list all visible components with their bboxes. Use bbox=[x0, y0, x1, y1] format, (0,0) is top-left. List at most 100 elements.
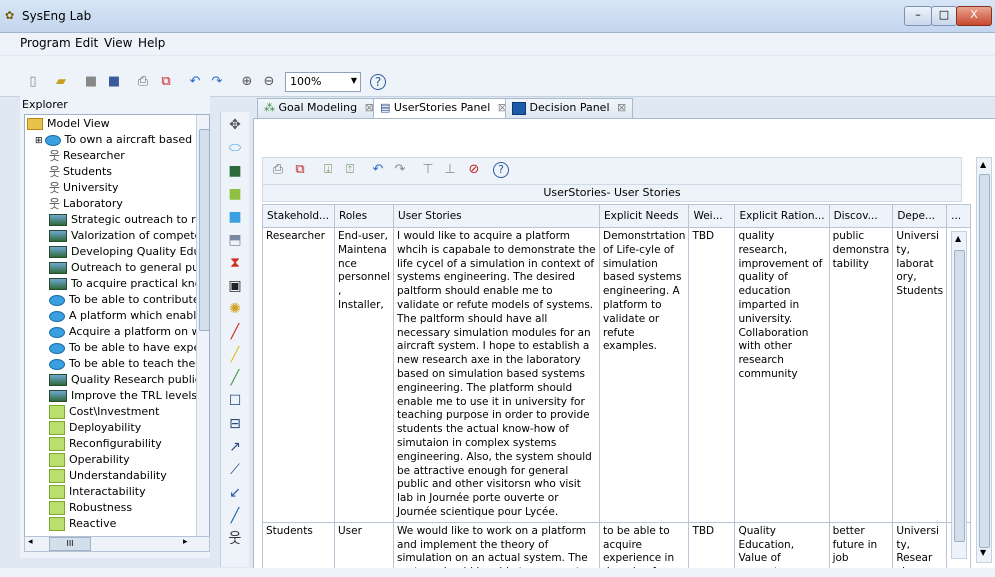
green-line-icon[interactable]: ╱ bbox=[226, 369, 244, 387]
tree-item[interactable]: 웃 University bbox=[49, 180, 119, 196]
tree-item[interactable]: A platform which enables bbox=[49, 308, 209, 324]
tree-item[interactable]: Robustness bbox=[49, 500, 132, 516]
model-tree[interactable]: Model View ⊞ To own a aircraft based p 웃 Res… bbox=[24, 114, 210, 538]
box-icon[interactable]: ☐ bbox=[226, 392, 244, 410]
tree-item[interactable]: Outreach to general publi bbox=[49, 260, 209, 276]
column-header[interactable]: Explicit Needs bbox=[599, 204, 690, 228]
menu-edit[interactable]: Edit bbox=[75, 36, 98, 50]
softgoal-icon[interactable]: ■ bbox=[226, 185, 244, 203]
close-button[interactable]: X bbox=[956, 6, 992, 26]
tree-item[interactable]: Interactability bbox=[49, 484, 146, 500]
horizontal-scrollbar[interactable]: ◂ III ▸ bbox=[24, 536, 210, 552]
tab-userstories-panel[interactable]: ▤ UserStories Panel ⊠ bbox=[373, 98, 514, 119]
tree-item[interactable]: Developing Quality Educa bbox=[49, 244, 209, 260]
zoom-select[interactable]: 100% ▼ bbox=[285, 72, 361, 92]
cell-needs[interactable]: Demonstrtation of Life-cyle of simulatio… bbox=[599, 227, 690, 523]
tree-item[interactable]: 웃 Researcher bbox=[49, 148, 125, 164]
scroll-up-icon[interactable]: ▲ bbox=[980, 160, 986, 169]
scroll-thumb[interactable] bbox=[954, 250, 965, 542]
tree-item[interactable]: 웃 Laboratory bbox=[49, 196, 123, 212]
tab-decision-panel[interactable]: Decision Panel ⊠ bbox=[505, 98, 634, 119]
zoom-in-icon[interactable]: ⊕ bbox=[238, 74, 256, 90]
column-header[interactable]: Stakehold... bbox=[262, 204, 335, 228]
move-icon[interactable]: ✥ bbox=[226, 116, 244, 134]
scroll-thumb[interactable] bbox=[199, 129, 209, 331]
cloud-icon[interactable]: ✺ bbox=[226, 300, 244, 318]
table-vertical-scrollbar[interactable]: ▲ bbox=[951, 231, 967, 559]
tree-item[interactable]: Strategic outreach to rese bbox=[49, 212, 209, 228]
redo-icon[interactable]: ↷ bbox=[208, 74, 226, 90]
table-row[interactable]: Researcher End-user, Maintena nce personn… bbox=[262, 227, 972, 523]
cell-depends[interactable]: Universi ty, laborat ory, Students bbox=[892, 227, 948, 523]
tree-item[interactable]: Deployability bbox=[49, 420, 141, 436]
blue-arrow-icon[interactable]: ↙ bbox=[226, 484, 244, 502]
goal-icon[interactable]: ■ bbox=[226, 162, 244, 180]
scroll-right-icon[interactable]: ▸ bbox=[183, 537, 188, 547]
column-header[interactable]: Explicit Ration... bbox=[734, 204, 830, 228]
scroll-up-icon[interactable]: ▲ bbox=[955, 234, 961, 243]
help-icon[interactable]: ? bbox=[370, 74, 386, 90]
package-icon[interactable]: ⬒ bbox=[226, 231, 244, 249]
undo-icon[interactable]: ↶ bbox=[186, 74, 204, 90]
expand-icon[interactable]: ⊞ bbox=[35, 136, 43, 146]
scroll-down-icon[interactable]: ▼ bbox=[980, 548, 986, 557]
tree-item[interactable]: 웃 Students bbox=[49, 164, 112, 180]
cell-roles[interactable]: User bbox=[333, 521, 395, 569]
save-disabled-icon[interactable]: ■ bbox=[82, 74, 100, 90]
column-header[interactable]: ... bbox=[946, 204, 972, 228]
cell-weight[interactable]: TBD bbox=[688, 227, 736, 523]
print-icon[interactable]: ⎙ bbox=[134, 74, 152, 90]
column-header[interactable]: Depe... bbox=[892, 204, 948, 228]
tree-item[interactable]: Valorization of competenc bbox=[49, 228, 209, 244]
save-icon[interactable]: ■ bbox=[105, 74, 123, 90]
new-file-icon[interactable]: ▯ bbox=[24, 74, 42, 90]
cell-depends[interactable]: Universi ty, Resear cher, bbox=[892, 521, 948, 569]
yellow-line-icon[interactable]: ╱ bbox=[226, 346, 244, 364]
cell-weight[interactable]: TBD bbox=[688, 521, 736, 569]
tree-item[interactable]: Acquire a platform on whi bbox=[49, 324, 209, 340]
column-header[interactable]: Roles bbox=[333, 204, 395, 228]
tree-item[interactable]: Operability bbox=[49, 452, 130, 468]
maximize-button[interactable]: □ bbox=[931, 6, 957, 26]
menu-help[interactable]: Help bbox=[138, 36, 165, 50]
cell-stakeholder[interactable]: Students bbox=[262, 521, 335, 569]
tree-item[interactable]: To be able to contribute ir bbox=[49, 292, 209, 308]
editor-vertical-scrollbar[interactable]: ▲ ▼ bbox=[976, 157, 992, 563]
tree-item[interactable]: Improve the TRL levels to bbox=[49, 388, 209, 404]
red-line-icon[interactable]: ╱ bbox=[226, 323, 244, 341]
tree-item[interactable]: Understandability bbox=[49, 468, 167, 484]
cell-discovered[interactable]: better future in job bbox=[828, 521, 894, 569]
tree-item[interactable]: ⊞ To own a aircraft based p bbox=[35, 132, 203, 148]
tree-vertical-scrollbar[interactable] bbox=[196, 115, 209, 537]
tree-item[interactable]: Model View bbox=[27, 116, 110, 132]
column-header[interactable]: Discov... bbox=[828, 204, 894, 228]
menu-view[interactable]: View bbox=[104, 36, 132, 50]
tab-goal-modeling[interactable]: ⁂ Goal Modeling ⊠ bbox=[257, 98, 381, 119]
arrow-icon[interactable]: ↗ bbox=[226, 438, 244, 456]
split-box-icon[interactable]: ⊟ bbox=[226, 415, 244, 433]
tree-item[interactable]: Reactive bbox=[49, 516, 116, 532]
tree-item[interactable]: To be able to have experi bbox=[49, 340, 208, 356]
ellipse-icon[interactable]: ⬭ bbox=[226, 139, 244, 157]
pdf-icon[interactable]: ⧉ bbox=[157, 74, 175, 90]
rectangle-icon[interactable]: ■ bbox=[226, 208, 244, 226]
tree-item[interactable]: To acquire practical knowl bbox=[49, 276, 209, 292]
tree-item[interactable]: Cost\Investment bbox=[49, 404, 159, 420]
scroll-thumb[interactable] bbox=[979, 174, 990, 548]
minimize-button[interactable]: – bbox=[904, 6, 932, 26]
column-header[interactable]: Wei... bbox=[688, 204, 736, 228]
scroll-left-icon[interactable]: ◂ bbox=[28, 537, 33, 547]
task-icon[interactable]: ▣ bbox=[226, 277, 244, 295]
line-icon[interactable]: ╱ bbox=[226, 507, 244, 525]
cell-needs[interactable]: to be able to acquire experience in doma… bbox=[599, 521, 690, 569]
menu-program[interactable]: Program bbox=[20, 36, 71, 50]
cell-story[interactable]: We would like to work on a platform and … bbox=[393, 521, 601, 569]
scroll-thumb[interactable]: III bbox=[49, 537, 91, 551]
tree-item[interactable]: Reconfigurability bbox=[49, 436, 162, 452]
zoom-out-icon[interactable]: ⊖ bbox=[260, 74, 278, 90]
column-header[interactable]: User Stories bbox=[393, 204, 601, 228]
tree-item[interactable]: To be able to teach theor bbox=[49, 356, 207, 372]
cell-rationale[interactable]: quality research, improvement of quality… bbox=[734, 227, 830, 523]
tree-item[interactable]: Quality Research publicat bbox=[49, 372, 209, 388]
cell-roles[interactable]: End-user, Maintena nce personnel , Insta… bbox=[333, 227, 395, 523]
